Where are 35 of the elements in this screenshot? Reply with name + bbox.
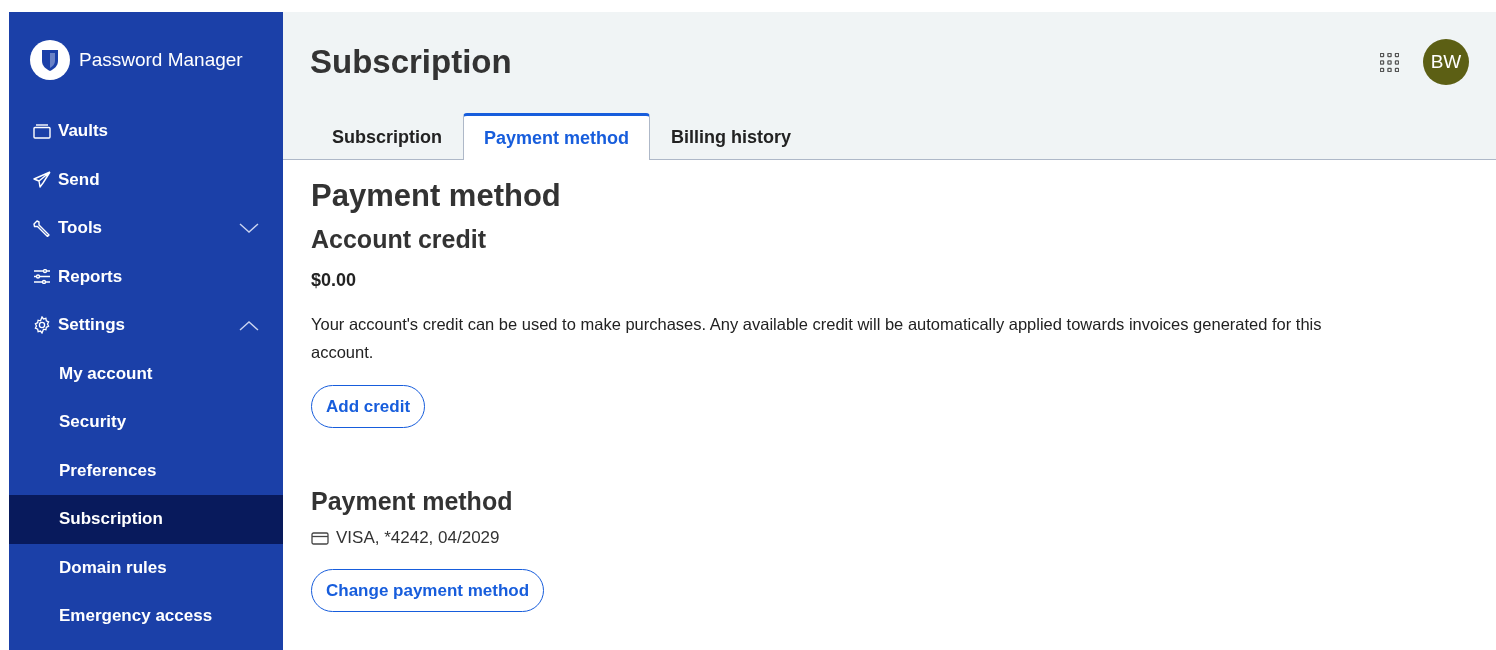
credit-card-icon xyxy=(311,531,329,545)
vault-icon xyxy=(33,123,51,139)
chevron-up-icon[interactable] xyxy=(239,319,259,331)
add-credit-button[interactable]: Add credit xyxy=(311,385,426,428)
credit-description: Your account's credit can be used to make purchases. Any available credit will be automatically applied towards invoices generated for this account. xyxy=(311,314,1323,363)
credit-amount: $0.00 xyxy=(311,269,357,292)
nav-subitem[interactable]: Subscription xyxy=(9,495,283,544)
nav-subitem[interactable]: Security xyxy=(9,398,283,447)
change-payment-method-button[interactable]: Change payment method xyxy=(311,569,545,612)
tab[interactable]: Payment method xyxy=(463,113,651,160)
nav-item[interactable]: Tools xyxy=(9,204,283,253)
section-title: Payment method xyxy=(311,177,562,215)
nav-subitem[interactable]: Emergency access xyxy=(9,592,283,641)
app-name: Password Manager xyxy=(79,48,243,71)
chevron-down-icon[interactable] xyxy=(239,222,259,234)
nav-subitem[interactable]: My account xyxy=(9,349,283,398)
nav-item[interactable]: Settings xyxy=(9,301,283,350)
avatar[interactable]: BW xyxy=(1423,39,1469,85)
gear-icon xyxy=(33,316,51,335)
paper-plane-icon xyxy=(33,171,51,189)
nav-subitem[interactable]: Preferences xyxy=(9,446,283,495)
nav-item[interactable]: Vaults xyxy=(9,107,283,156)
sliders-icon xyxy=(33,269,51,285)
tab[interactable]: Subscription xyxy=(311,115,463,159)
section-heading: Payment method xyxy=(311,486,514,517)
page-title: Subscription xyxy=(310,43,513,81)
wrench-icon xyxy=(33,219,51,238)
shield-logo-icon xyxy=(30,39,70,80)
nav-subitem[interactable]: Domain rules xyxy=(9,543,283,592)
app-grid-icon[interactable] xyxy=(1380,52,1399,72)
nav-item[interactable]: Send xyxy=(9,155,283,204)
tab[interactable]: Billing history xyxy=(650,115,813,159)
section-heading: Account credit xyxy=(311,224,488,255)
card-details: VISA, *4242, 04/2029 xyxy=(336,527,500,549)
nav-item[interactable]: Reports xyxy=(9,252,283,301)
